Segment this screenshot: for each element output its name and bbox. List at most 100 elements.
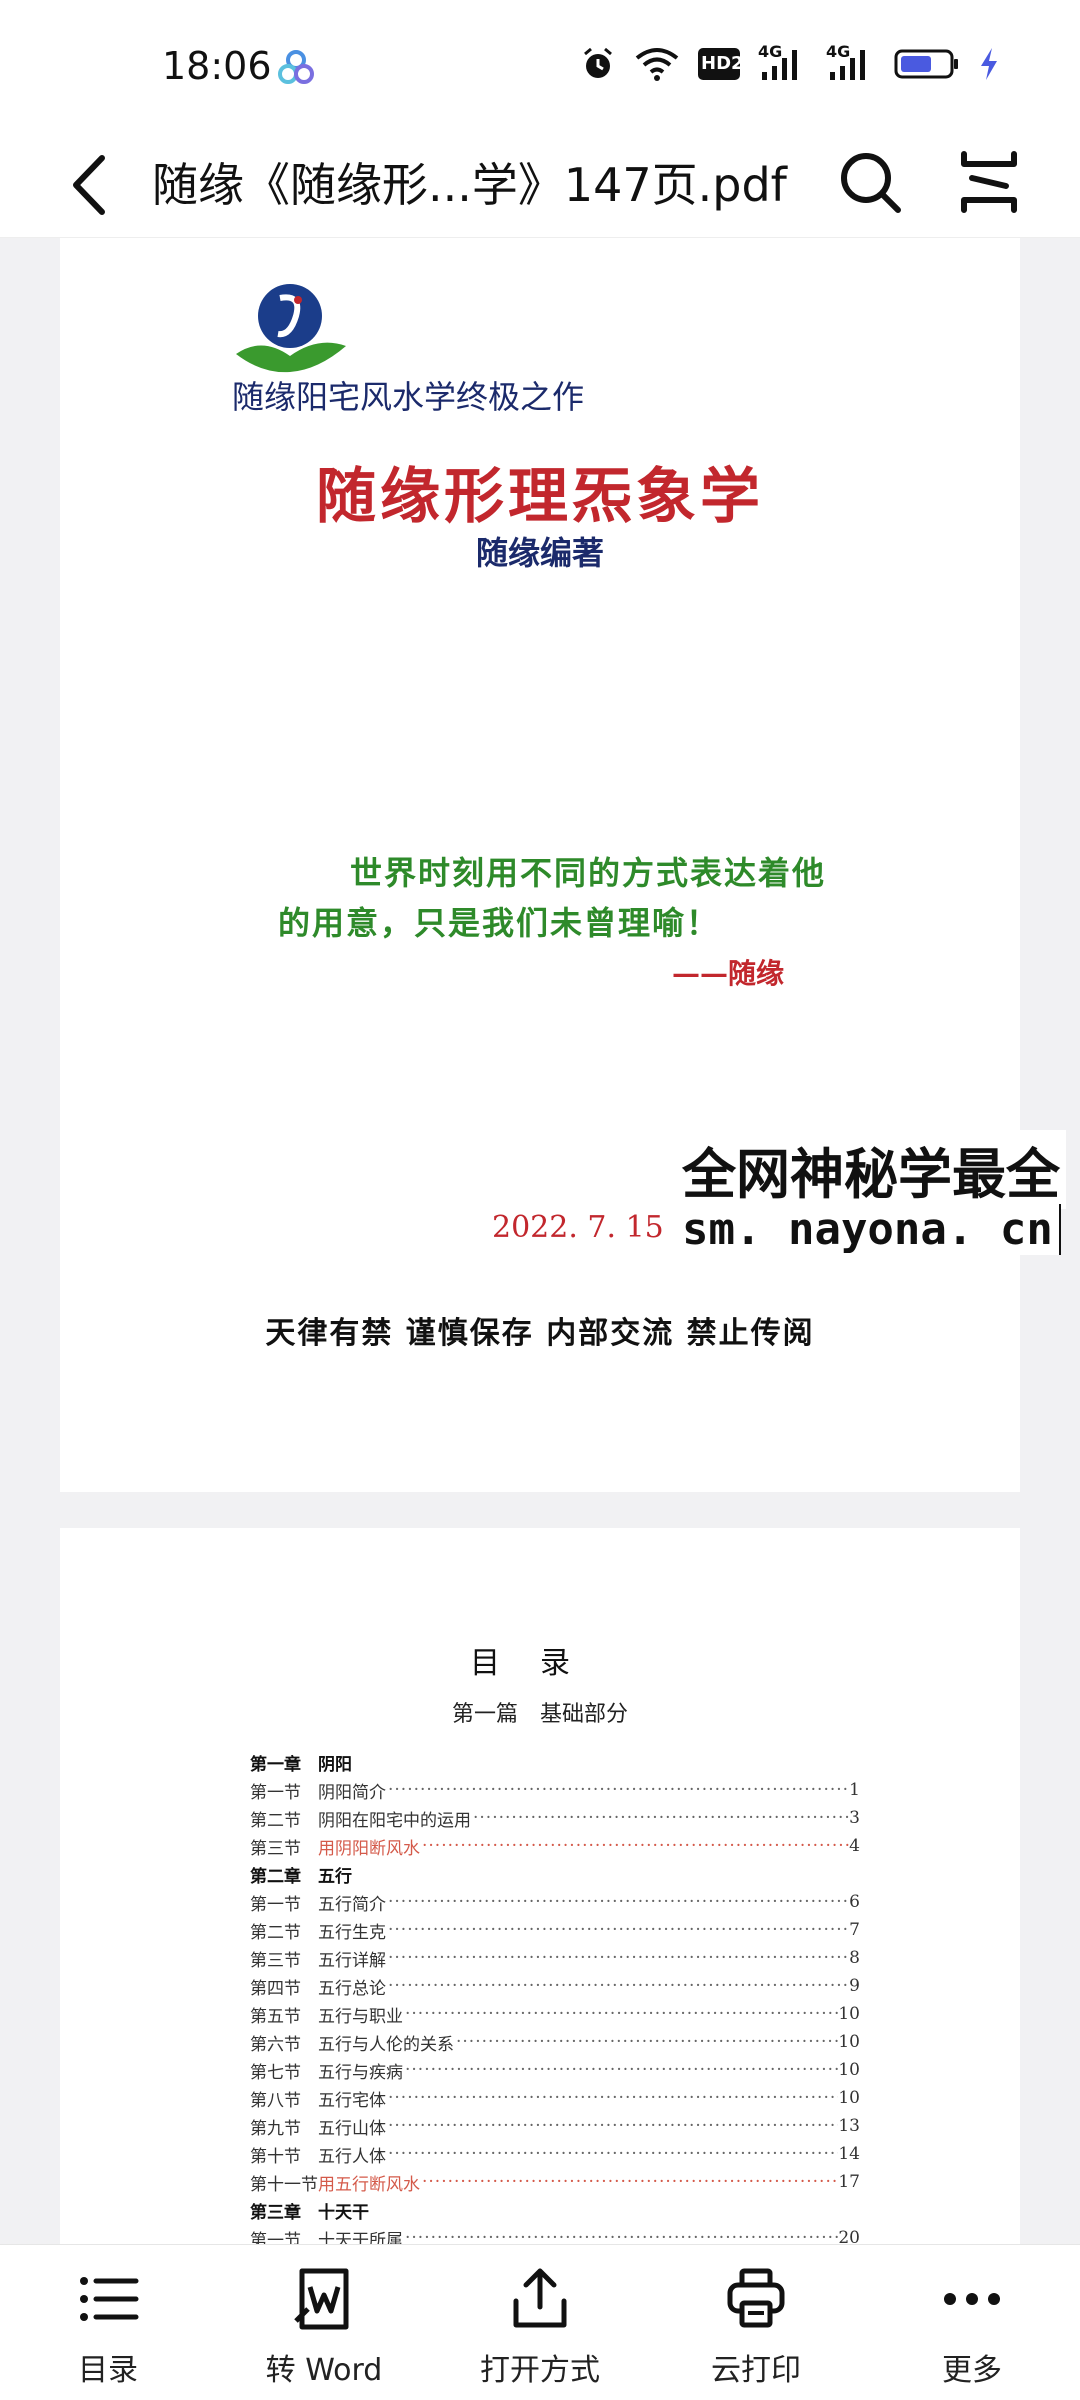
reading-mode-icon[interactable] — [958, 148, 1020, 216]
toc-entry-number: 第三节 — [250, 1838, 301, 1859]
toc-entry-name: 五行详解 — [318, 1950, 386, 1971]
toc-leader-dots: ········································… — [388, 1892, 850, 1912]
toc-entry-number: 第六节 — [250, 2034, 301, 2055]
toc-list: 第一章 阴阳 第一节 阴阳简介 ····························… — [250, 1748, 860, 2245]
toc-leader-dots: ········································… — [405, 2228, 838, 2244]
toc-entry-number: 第一章 — [250, 1754, 301, 1775]
toc-entry-number: 第三章 — [250, 2202, 301, 2223]
signal-icon: 4G — [758, 42, 808, 82]
cover-footer-note: 天律有禁 谨慎保存 内部交流 禁止传阅 — [265, 1316, 815, 1351]
watermark-url: sm. nayona. cn — [676, 1204, 1061, 1255]
toc-entry[interactable]: 第一节 阴阳简介 ·································… — [250, 1776, 860, 1804]
toc-button[interactable]: 目录 — [0, 2245, 216, 2400]
toc-leader-dots: ········································… — [388, 2116, 838, 2136]
toc-page-number: 10 — [838, 2088, 860, 2108]
toc-page-number: 13 — [838, 2116, 860, 2136]
toc-entry-number: 第四节 — [250, 1978, 301, 1999]
toc-page-number: 10 — [838, 2032, 860, 2052]
signal-icon: 4G — [826, 42, 876, 82]
toc-entry[interactable]: 第四节 五行总论 ·································… — [250, 1972, 860, 2000]
toc-entry-number: 第七节 — [250, 2062, 301, 2083]
open-with-button[interactable]: 打开方式 — [432, 2245, 648, 2400]
toc-entry[interactable]: 第六节 五行与人伦的关系 ·····························… — [250, 2028, 860, 2056]
pdf-page-cover: 随缘阳宅风水学终极之作 随缘形理炁象学 随缘编著 世界时刻用不同的方式表达着他 … — [60, 238, 1020, 1492]
toc-entry[interactable]: 第二节 阴阳在阳宅中的运用 ····························… — [250, 1804, 860, 1832]
toc-entry-number: 第二节 — [250, 1810, 301, 1831]
toc-entry-name: 阴阳 — [318, 1754, 352, 1775]
toc-leader-dots: ········································… — [405, 2004, 838, 2024]
battery-icon — [894, 49, 958, 79]
document-title: 随缘《随缘形...学》147页.pdf — [152, 158, 787, 212]
convert-word-button[interactable]: 转 Word — [216, 2245, 432, 2400]
hd-label: HD2 — [701, 53, 744, 74]
toc-chapter[interactable]: 第一章 阴阳 — [250, 1748, 860, 1776]
word-convert-icon — [294, 2268, 349, 2330]
back-arrow-icon[interactable] — [62, 150, 122, 220]
toc-entry[interactable]: 第八节 五行宅体 ·································… — [250, 2084, 860, 2112]
charging-icon — [981, 48, 997, 80]
toc-entry[interactable]: 第七节 五行与疾病 ································… — [250, 2056, 860, 2084]
cover-quote-signature: ——随缘 — [672, 957, 785, 990]
toc-page-number: 8 — [849, 1948, 860, 1968]
cover-title: 随缘形理炁象学 — [316, 462, 764, 532]
title-bar: 随缘《随缘形...学》147页.pdf — [0, 130, 1080, 238]
toc-entry[interactable]: 第十节 五行人体 ·································… — [250, 2140, 860, 2168]
list-icon — [80, 2277, 139, 2321]
toc-entry-number: 第一节 — [250, 2230, 301, 2245]
status-time: 18:06 — [162, 44, 272, 88]
hd-voice-icon: HD2 — [698, 48, 744, 80]
toc-entry-number: 第二章 — [250, 1866, 301, 1887]
toc-entry-name: 阴阳简介 — [318, 1782, 386, 1803]
toc-entry[interactable]: 第五节 五行与职业 ································… — [250, 2000, 860, 2028]
toc-entry-name: 用五行断风水 — [318, 2174, 420, 2195]
cover-subtitle: 随缘阳宅风水学终极之作 — [232, 378, 585, 416]
more-label: 更多 — [942, 2353, 1002, 2388]
toc-entry[interactable]: 第三节 用阴阳断风水 ·······························… — [250, 1832, 860, 1860]
toc-part-heading: 第一篇 基础部分 — [451, 1702, 628, 1727]
toc-leader-dots: ········································… — [388, 1976, 850, 1996]
toc-leader-dots: ········································… — [422, 2172, 839, 2192]
open-with-label: 打开方式 — [480, 2353, 600, 2388]
search-icon[interactable] — [836, 148, 904, 216]
toc-entry[interactable]: 第三节 五行详解 ·································… — [250, 1944, 860, 1972]
watermark-title: 全网神秘学最全 — [676, 1130, 1066, 1209]
toc-page-number: 3 — [849, 1808, 860, 1828]
toc-title: 目录 — [470, 1646, 610, 1681]
toc-chapter[interactable]: 第三章 十天干 — [250, 2196, 860, 2224]
toc-leader-dots: ········································… — [388, 1920, 850, 1940]
toc-page-number: 17 — [838, 2172, 860, 2192]
pdf-page-toc: 目录 第一篇 基础部分 第一章 阴阳 第一节 阴阳简介 ················… — [60, 1528, 1020, 2244]
toc-entry-name: 五行简介 — [318, 1894, 386, 1915]
toc-entry-number: 第九节 — [250, 2118, 301, 2139]
pdf-viewer[interactable]: 随缘阳宅风水学终极之作 随缘形理炁象学 随缘编著 世界时刻用不同的方式表达着他 … — [0, 238, 1080, 2244]
toc-page-number: 10 — [838, 2060, 860, 2080]
toc-entry-name: 五行山体 — [318, 2118, 386, 2139]
toc-entry-number: 第三节 — [250, 1950, 301, 1971]
bottom-toolbar: 目录 转 Word 打开方式 云打印 更多 — [0, 2244, 1080, 2400]
more-button[interactable]: 更多 — [864, 2245, 1080, 2400]
toc-page-number: 10 — [838, 2004, 860, 2024]
toc-entry-name: 阴阳在阳宅中的运用 — [318, 1810, 471, 1831]
toc-entry[interactable]: 第二节 五行生克 ·································… — [250, 1916, 860, 1944]
toc-entry[interactable]: 第一节 十天干所属 ································… — [250, 2224, 860, 2244]
toc-entry-number: 第五节 — [250, 2006, 301, 2027]
toc-chapter[interactable]: 第二章 五行 — [250, 1860, 860, 1888]
toc-entry-name: 五行与疾病 — [318, 2062, 403, 2083]
toc-entry-name: 五行与人伦的关系 — [318, 2034, 454, 2055]
toc-entry[interactable]: 第一节 五行简介 ·································… — [250, 1888, 860, 1916]
toc-entry-number: 第十节 — [250, 2146, 301, 2167]
toc-entry-name: 五行总论 — [318, 1978, 386, 1999]
toc-page-number: 1 — [849, 1780, 860, 1800]
toc-entry[interactable]: 第九节 五行山体 ·································… — [250, 2112, 860, 2140]
toc-entry-number: 第八节 — [250, 2090, 301, 2111]
alarm-icon — [584, 47, 612, 78]
toc-entry-number: 第十一节 — [250, 2174, 318, 2195]
cover-quote-line2: 的用意，只是我们未曾理喻！ — [278, 904, 721, 942]
toc-entry-name: 用阴阳断风水 — [318, 1838, 420, 1859]
toc-entry[interactable]: 第十一节 用五行断风水 ······························… — [250, 2168, 860, 2196]
toc-entry-name: 五行生克 — [318, 1922, 386, 1943]
status-bar: 18:06 HD2 4G 4G — [0, 0, 1080, 130]
toc-leader-dots: ········································… — [388, 2144, 838, 2164]
cloud-print-label: 云打印 — [711, 2353, 801, 2388]
cloud-print-button[interactable]: 云打印 — [648, 2245, 864, 2400]
